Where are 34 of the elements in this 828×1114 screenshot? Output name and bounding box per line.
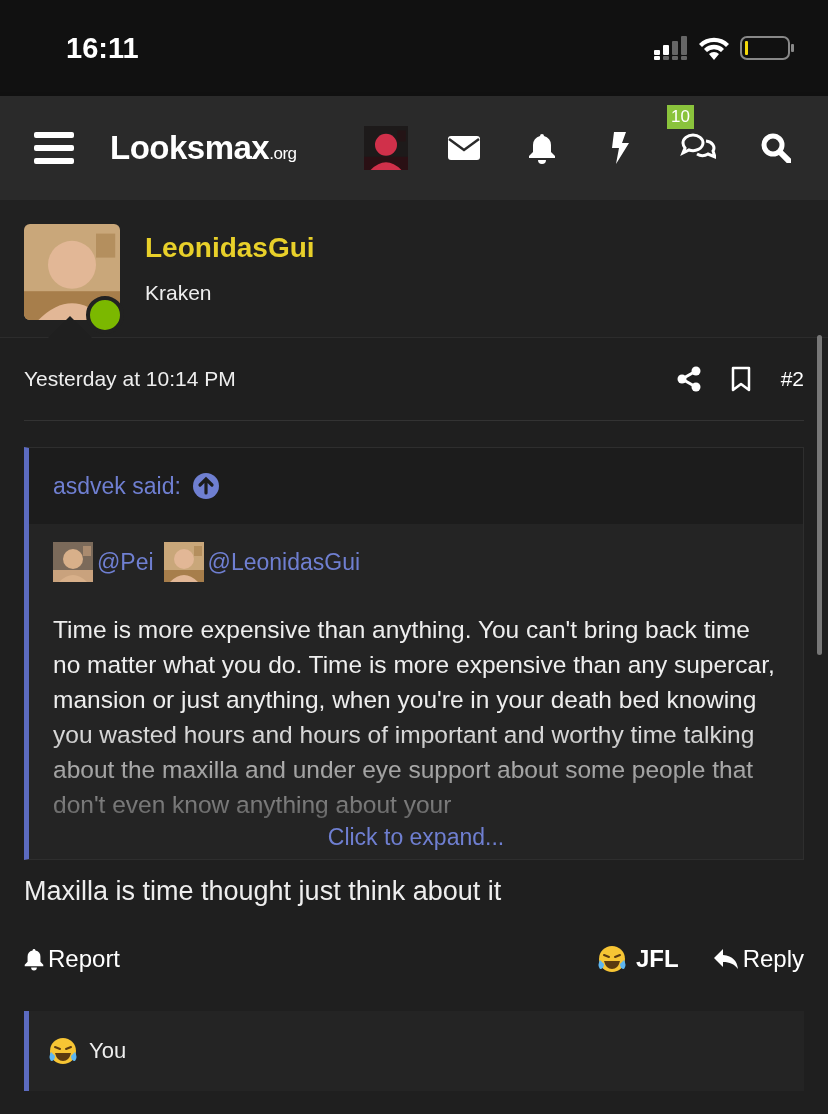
envelope-icon xyxy=(448,136,480,160)
reaction-user: You xyxy=(89,1038,127,1064)
wifi-icon xyxy=(698,36,730,60)
bookmark-button[interactable] xyxy=(730,366,751,392)
share-button[interactable] xyxy=(676,366,701,392)
reply-button[interactable]: Reply xyxy=(712,945,804,973)
post-message: Maxilla is time thought just think about it xyxy=(24,876,503,907)
signal-icon xyxy=(654,36,688,60)
bell-icon xyxy=(528,132,556,164)
clock-time: 16:11 xyxy=(66,31,139,65)
menu-icon xyxy=(34,132,74,164)
quote-attribution[interactable]: asdvek said: xyxy=(53,472,181,500)
expand-link[interactable]: Click to expand... xyxy=(327,824,505,850)
bookmark-icon xyxy=(730,366,751,392)
battery-icon xyxy=(740,36,794,60)
laughing-emoji-icon xyxy=(47,1035,79,1067)
reaction-button[interactable]: JFL xyxy=(595,943,679,975)
post-date[interactable]: Yesterday at 10:14 PM xyxy=(24,367,647,391)
quote-text: Time is more expensive than anything. You can't bring back time no matter what you do. Time is more expensive than any supercar, mansion or just anything, when you're in your death bed knowing you wasted hours and hours of important and worthy time talking about the maxilla and under eye support about some people that don't even know anything about your xyxy=(53,615,776,820)
search-icon xyxy=(761,133,791,163)
mention-name: @LeonidasGui xyxy=(207,548,361,576)
report-button[interactable]: Report xyxy=(24,945,121,973)
notification-badge: 10 xyxy=(667,105,694,129)
reactions-bar[interactable]: You xyxy=(24,1011,804,1091)
username[interactable]: LeonidasGui xyxy=(145,232,315,264)
bell-icon xyxy=(24,947,44,971)
site-logo[interactable]: Looksmax.org xyxy=(110,129,297,167)
reply-arrow-icon xyxy=(712,948,739,970)
share-icon xyxy=(676,366,701,392)
user-title: Kraken xyxy=(145,281,213,305)
post-number-link[interactable]: #2 xyxy=(780,367,804,391)
lightning-bolt-icon xyxy=(610,132,630,164)
scrollbar[interactable] xyxy=(817,335,822,655)
mention-name: @Pei xyxy=(97,548,154,576)
